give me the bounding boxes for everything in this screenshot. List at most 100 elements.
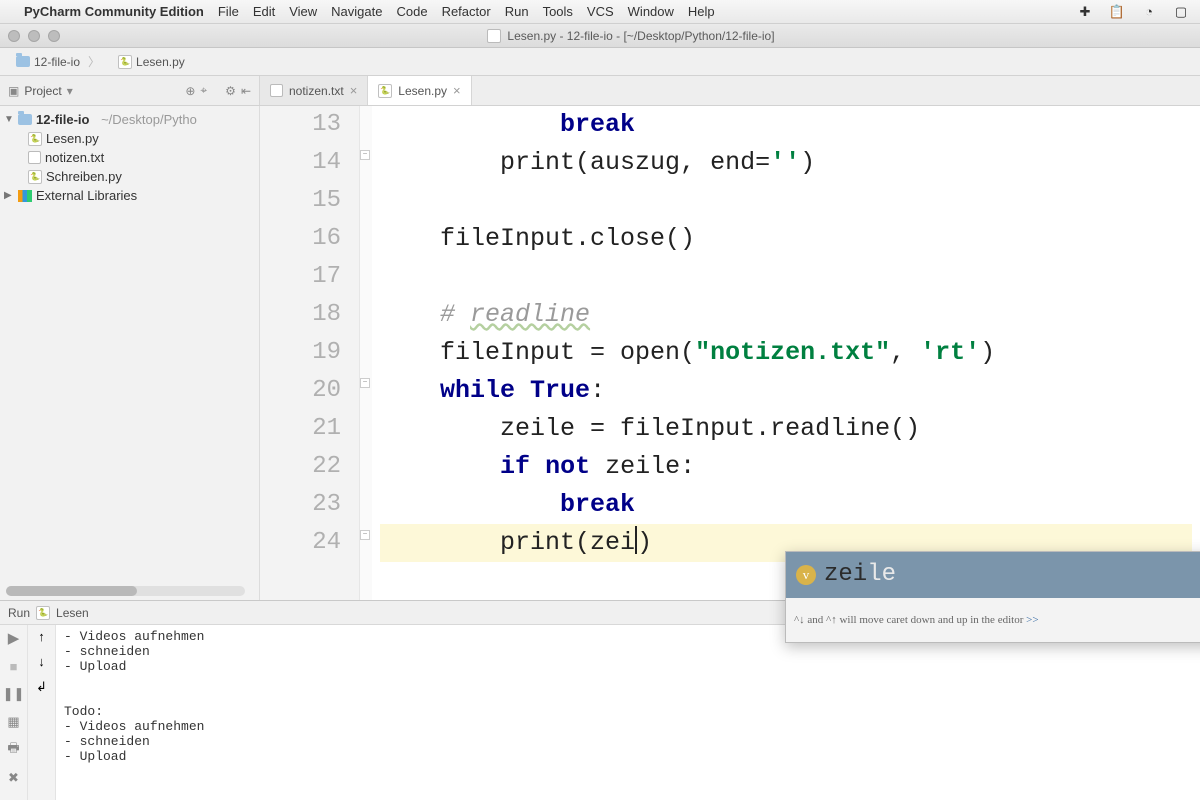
- scroll-up-icon[interactable]: ↑: [38, 629, 45, 644]
- menu-edit[interactable]: Edit: [253, 4, 275, 19]
- tree-file-label: Lesen.py: [46, 131, 99, 146]
- breadcrumb-file-label: Lesen.py: [136, 55, 185, 69]
- tree-root-path: ~/Desktop/Pytho: [101, 112, 197, 127]
- fold-column: − − −: [360, 106, 372, 600]
- tree-external-label: External Libraries: [36, 188, 137, 203]
- status-icon-2[interactable]: 📋: [1108, 3, 1126, 21]
- run-pause-icon[interactable]: ❚❚: [5, 685, 23, 703]
- window-titlebar: Lesen.py - 12-file-io - [~/Desktop/Pytho…: [0, 24, 1200, 48]
- fold-marker-icon[interactable]: −: [360, 378, 370, 388]
- main-split: ▼ 12-file-io ~/Desktop/Pytho Lesen.py no…: [0, 106, 1200, 600]
- run-console-output[interactable]: - Videos aufnehmen - schneiden - Upload …: [56, 625, 1200, 800]
- macos-menubar: PyCharm Community Edition File Edit View…: [0, 0, 1200, 24]
- run-close-icon[interactable]: ✖: [5, 769, 23, 787]
- locate-icon[interactable]: ⌖: [200, 83, 207, 98]
- menu-window[interactable]: Window: [628, 4, 674, 19]
- expand-arrow-icon[interactable]: ▼: [4, 114, 14, 125]
- menu-tools[interactable]: Tools: [543, 4, 573, 19]
- menu-vcs[interactable]: VCS: [587, 4, 614, 19]
- window-title: Lesen.py - 12-file-io - [~/Desktop/Pytho…: [507, 29, 774, 43]
- tree-root-name: 12-file-io: [36, 112, 89, 127]
- breadcrumb-folder[interactable]: 12-file-io: [8, 51, 108, 72]
- breadcrumb-file[interactable]: Lesen.py: [110, 53, 201, 71]
- tab-notizen-label: notizen.txt: [289, 84, 344, 98]
- run-config-name: Lesen: [56, 606, 89, 620]
- python-file-icon: [118, 55, 132, 69]
- expand-arrow-icon[interactable]: ▶: [4, 190, 14, 201]
- status-icon-3[interactable]: ◔: [1140, 3, 1158, 21]
- python-file-icon: [28, 170, 42, 184]
- run-stop-icon[interactable]: ■: [5, 657, 23, 675]
- project-tree: ▼ 12-file-io ~/Desktop/Pytho Lesen.py no…: [0, 106, 259, 209]
- project-icon: ▣: [8, 84, 19, 98]
- breadcrumb-folder-label: 12-file-io: [34, 55, 80, 69]
- tab-notizen[interactable]: notizen.txt ×: [260, 76, 368, 105]
- text-file-icon: [270, 84, 283, 97]
- menu-navigate[interactable]: Navigate: [331, 4, 382, 19]
- menu-run[interactable]: Run: [505, 4, 529, 19]
- soft-wrap-icon[interactable]: ↲: [36, 679, 47, 695]
- libraries-icon: [18, 190, 32, 202]
- line-gutter: 131415161718192021222324: [260, 106, 360, 600]
- run-play-icon[interactable]: ▶: [5, 629, 23, 647]
- menu-code[interactable]: Code: [396, 4, 427, 19]
- autocomplete-rest: le: [867, 561, 896, 588]
- scroll-down-icon[interactable]: ↓: [38, 654, 45, 669]
- tab-lesen-close[interactable]: ×: [453, 83, 461, 98]
- status-icon-1[interactable]: ✚: [1076, 3, 1094, 21]
- titlebar-file-icon: [487, 29, 501, 43]
- collapse-icon[interactable]: ⊕: [185, 84, 195, 98]
- run-print-icon[interactable]: 🖶: [5, 741, 23, 759]
- toolbar-row: ▣ Project ▾ ⊕ ⌖ ⚙ ⇤ notizen.txt × Lesen.…: [0, 76, 1200, 106]
- tab-lesen[interactable]: Lesen.py ×: [368, 76, 471, 105]
- python-file-icon: [378, 84, 392, 98]
- tree-file-lesen[interactable]: Lesen.py: [0, 129, 259, 148]
- traffic-min[interactable]: [28, 30, 40, 42]
- menu-help[interactable]: Help: [688, 4, 715, 19]
- text-file-icon: [28, 151, 41, 164]
- project-tool-header[interactable]: ▣ Project ▾ ⊕ ⌖ ⚙ ⇤: [0, 76, 260, 105]
- tree-file-label: Schreiben.py: [46, 169, 122, 184]
- traffic-close[interactable]: [8, 30, 20, 42]
- autocomplete-typed: zei: [824, 561, 867, 588]
- python-file-icon: [28, 132, 42, 146]
- gear-icon[interactable]: ⚙: [225, 84, 236, 98]
- tree-external-libs[interactable]: ▶ External Libraries: [0, 186, 259, 205]
- editor-tabs: notizen.txt × Lesen.py ×: [260, 76, 472, 105]
- code-editor[interactable]: 131415161718192021222324 − − − break pri…: [260, 106, 1200, 600]
- tab-lesen-label: Lesen.py: [398, 84, 447, 98]
- tree-root[interactable]: ▼ 12-file-io ~/Desktop/Pytho: [0, 110, 259, 129]
- tree-file-notizen[interactable]: notizen.txt: [0, 148, 259, 167]
- code-area[interactable]: break print(auszug, end='') fileInput.cl…: [372, 106, 1200, 600]
- tab-notizen-close[interactable]: ×: [350, 83, 358, 98]
- menu-file[interactable]: File: [218, 4, 239, 19]
- breadcrumb: 12-file-io Lesen.py: [0, 48, 1200, 76]
- folder-icon: [16, 56, 30, 67]
- fold-marker-icon[interactable]: −: [360, 150, 370, 160]
- autocomplete-hint-text: ^↓ and ^↑ will move caret down and up in…: [794, 614, 1026, 626]
- folder-icon: [18, 114, 32, 125]
- traffic-max[interactable]: [48, 30, 60, 42]
- python-file-icon: [36, 606, 50, 620]
- project-sidebar[interactable]: ▼ 12-file-io ~/Desktop/Pytho Lesen.py no…: [0, 106, 260, 600]
- menu-view[interactable]: View: [289, 4, 317, 19]
- app-name[interactable]: PyCharm Community Edition: [24, 4, 204, 19]
- variable-badge-icon: v: [796, 565, 816, 585]
- hide-icon[interactable]: ⇤: [241, 84, 251, 98]
- tree-file-schreiben[interactable]: Schreiben.py: [0, 167, 259, 186]
- autocomplete-hint-link[interactable]: >>: [1026, 614, 1038, 626]
- run-header-label: Run: [8, 606, 30, 620]
- fold-marker-icon[interactable]: −: [360, 530, 370, 540]
- run-toolbar-left: ▶ ■ ❚❚ ▦ 🖶 ✖: [0, 625, 28, 800]
- project-tool-label: Project: [24, 84, 61, 98]
- sidebar-scrollbar[interactable]: [6, 586, 245, 596]
- tree-file-label: notizen.txt: [45, 150, 104, 165]
- autocomplete-hint: ^↓ and ^↑ will move caret down and up in…: [786, 598, 1200, 642]
- autocomplete-popup[interactable]: v zeile ^↓ and ^↑ will move caret down a…: [785, 551, 1200, 643]
- menu-refactor[interactable]: Refactor: [442, 4, 491, 19]
- autocomplete-item[interactable]: v zeile: [786, 552, 1200, 598]
- chevron-down-icon: ▾: [67, 84, 73, 98]
- status-icon-4[interactable]: ▢: [1172, 3, 1190, 21]
- run-layout-icon[interactable]: ▦: [5, 713, 23, 731]
- run-toolbar-secondary: ↑ ↓ ↲: [28, 625, 56, 800]
